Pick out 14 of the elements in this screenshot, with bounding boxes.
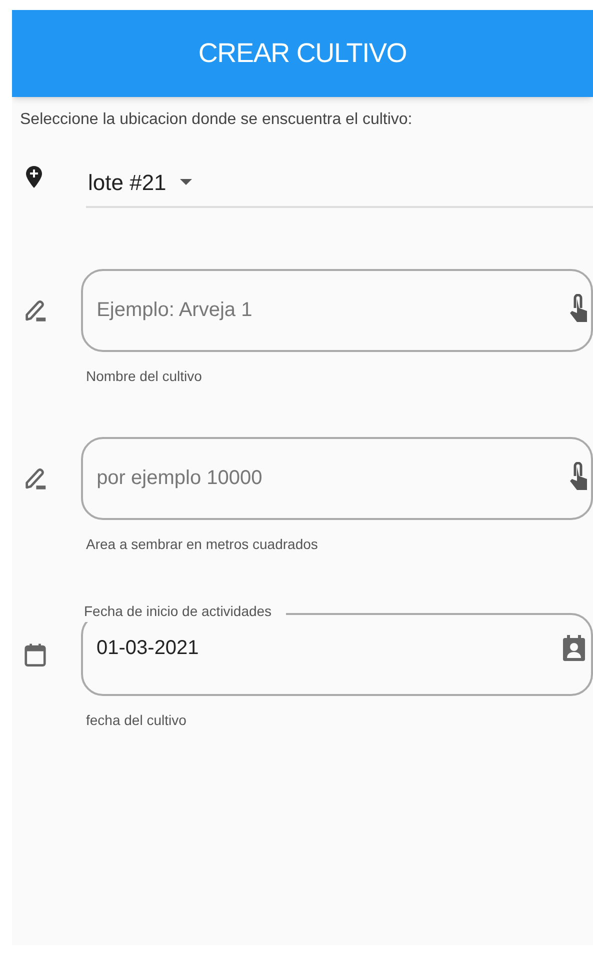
input-field[interactable]: Ejemplo: Arveja 1	[80, 269, 593, 352]
helper-text: Area a sembrar en metros cuadrados	[86, 535, 319, 554]
pencil-icon	[24, 298, 47, 324]
helper-text: fecha del cultivo	[86, 711, 188, 730]
helper-text: Nombre del cultivo	[86, 367, 203, 386]
dropdown-caret-icon	[180, 179, 192, 185]
pencil-icon	[24, 466, 47, 492]
input-field[interactable]: por ejemplo 10000	[80, 437, 593, 520]
location-dropdown[interactable]: lote #21	[86, 158, 593, 208]
location-prompt: Seleccione la ubicacion donde se enscuentra el cultivo:	[20, 110, 414, 130]
app-title: CREAR CULTIVO	[198, 37, 407, 70]
contact-card-icon	[563, 634, 585, 660]
map-pin-icon	[26, 166, 42, 188]
calendar-icon	[24, 642, 46, 668]
